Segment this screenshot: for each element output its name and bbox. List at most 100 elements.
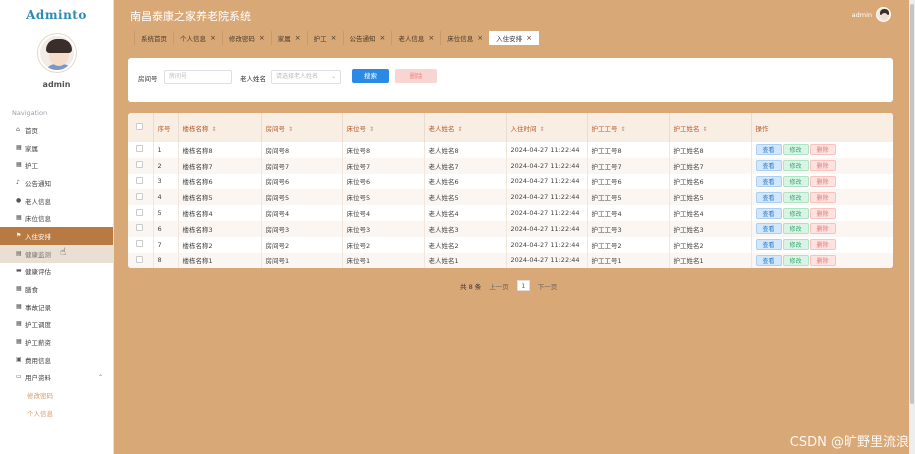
edit-button[interactable]: 修改 [782,207,809,219]
sidebar-item-13[interactable]: ▣ 费用信息 [0,351,113,369]
sidebar-item-6[interactable]: ⚑ 入住安排 [0,227,113,245]
close-icon[interactable]: × [380,34,386,42]
table-row[interactable]: 3 楼栋名称6 房间号6 床位号6 老人姓名6 2024-04-27 11:22:44 护工… [128,173,893,190]
close-icon[interactable]: × [428,34,434,42]
table-row[interactable]: 7 楼栋名称2 房间号2 床位号2 老人姓名2 2024-04-27 11:22:44 护工… [128,236,893,253]
scrollbar-thumb[interactable] [910,4,914,404]
edit-button[interactable]: 修改 [782,160,809,172]
view-button[interactable]: 查看 [755,191,782,203]
row-checkbox[interactable] [136,161,143,169]
column-header[interactable]: 护工姓名 ⇕ [669,113,752,142]
delete-button[interactable]: 删除 [809,223,836,235]
row-checkbox[interactable] [136,176,143,184]
edit-button[interactable]: 修改 [782,144,809,156]
brand-logo[interactable]: Adminto [0,0,113,30]
column-header[interactable]: 楼栋名称 ⇕ [178,113,262,142]
sidebar-item-10[interactable]: ▦ 事故记录 [0,298,113,316]
row-checkbox[interactable] [136,224,143,232]
sidebar-item-0[interactable]: ⌂ 首页 [0,121,113,139]
column-header[interactable]: 床位号 ⇕ [342,113,425,142]
tab-8[interactable]: 入住安排 × [489,31,539,45]
delete-button[interactable]: 删除 [809,175,836,187]
page-scrollbar[interactable] [909,0,915,454]
table-row[interactable]: 1 楼栋名称8 房间号8 床位号8 老人姓名8 2024-04-27 11:22:44 护工… [128,142,893,158]
sidebar-item-8[interactable]: ▬ 健康评估 [0,263,113,281]
table-row[interactable]: 2 楼栋名称7 房间号7 床位号7 老人姓名7 2024-04-27 11:22:44 护工… [128,157,893,174]
view-button[interactable]: 查看 [755,239,782,251]
tab-0[interactable]: 系统首页 [134,31,174,45]
tab-7[interactable]: 床位信息 × [440,31,491,45]
sidebar-item-11[interactable]: ▦ 护工调度 [0,316,113,334]
view-button[interactable]: 查看 [755,207,782,219]
tab-6[interactable]: 老人信息 × [391,31,442,45]
edit-button[interactable]: 修改 [782,191,809,203]
sidebar-item-3[interactable]: ♪ 公告通知 [0,174,113,192]
edit-button[interactable]: 修改 [782,175,809,187]
search-button[interactable]: 搜索 [352,69,389,83]
next-page-button[interactable]: 下一页 [538,281,558,291]
sidebar-item-1[interactable]: ▦ 家属 [0,139,113,157]
sort-icon[interactable]: ⇕ [540,126,545,133]
close-icon[interactable]: × [259,34,265,42]
close-icon[interactable]: × [331,34,337,42]
batch-delete-button[interactable]: 删除 [395,69,437,83]
tab-5[interactable]: 公告通知 × [342,31,393,45]
table-row[interactable]: 8 楼栋名称1 房间号1 床位号1 老人姓名1 2024-04-27 11:22:44 护工… [128,252,893,268]
close-icon[interactable]: × [210,34,216,42]
tab-4[interactable]: 护工 × [306,31,344,45]
delete-button[interactable]: 删除 [809,160,836,172]
sidebar-item-14[interactable]: ▭ 用户资料 ⌃ [0,369,113,387]
delete-button[interactable]: 删除 [809,191,836,203]
sidebar-item-5[interactable]: ▦ 床位信息 [0,209,113,227]
prev-page-button[interactable]: 上一页 [489,281,509,291]
close-icon[interactable]: × [295,34,301,42]
delete-button[interactable]: 删除 [809,254,836,266]
edit-button[interactable]: 修改 [782,239,809,251]
sidebar-item-4[interactable]: ● 老人信息 [0,192,113,210]
sort-icon[interactable]: ⇕ [212,126,217,133]
delete-button[interactable]: 删除 [809,239,836,251]
sort-icon[interactable]: ⇕ [703,126,708,133]
sidebar-item-7[interactable]: ▤ 健康监测 [0,244,113,263]
tab-1[interactable]: 个人信息 × [173,31,223,45]
table-row[interactable]: 4 楼栋名称5 房间号5 床位号5 老人姓名5 2024-04-27 11:22:44 护工… [128,189,893,206]
tab-3[interactable]: 家属 × [270,31,308,45]
table-row[interactable]: 5 楼栋名称4 房间号4 床位号4 老人姓名4 2024-04-27 11:22:44 护工… [128,205,893,221]
edit-button[interactable]: 修改 [782,254,809,266]
column-header[interactable]: 房间号 ⇕ [261,113,343,142]
column-header[interactable]: 老人姓名 ⇕ [424,113,507,142]
sidebar-item-9[interactable]: ▦ 膳食 [0,280,113,298]
tab-2[interactable]: 修改密码 × [221,31,272,45]
view-button[interactable]: 查看 [755,144,782,156]
sidebar-subitem-1[interactable]: 个人信息 [0,404,113,422]
view-button[interactable]: 查看 [755,175,782,187]
row-checkbox[interactable] [136,145,143,153]
user-menu[interactable]: admin [852,7,891,22]
sort-icon[interactable]: ⇕ [288,126,293,133]
room-input[interactable]: 房间号 [164,70,232,84]
header-avatar[interactable] [876,7,891,22]
close-icon[interactable]: × [477,34,483,42]
row-checkbox[interactable] [136,255,143,263]
edit-button[interactable]: 修改 [782,223,809,235]
select-all-checkbox[interactable] [136,123,143,130]
table-row[interactable]: 6 楼栋名称3 房间号3 床位号3 老人姓名3 2024-04-27 11:22:44 护工… [128,220,893,237]
column-header[interactable]: 护工工号 ⇕ [587,113,670,142]
sort-icon[interactable]: ⇕ [621,126,626,133]
sidebar-item-2[interactable]: ▦ 护工 [0,156,113,174]
sidebar-subitem-0[interactable]: 修改密码 [0,386,113,404]
row-checkbox[interactable] [136,192,143,200]
view-button[interactable]: 查看 [755,254,782,266]
sort-icon[interactable]: ⇕ [458,126,463,133]
page-number-button[interactable]: 1 [516,280,530,291]
delete-button[interactable]: 删除 [809,144,836,156]
sort-icon[interactable]: ⇕ [369,126,374,133]
row-checkbox[interactable] [136,208,143,216]
view-button[interactable]: 查看 [755,160,782,172]
delete-button[interactable]: 删除 [809,207,836,219]
elder-select[interactable]: 请选择老人姓名 ⌄ [271,70,341,84]
column-header[interactable]: 入住时间 ⇕ [506,113,588,142]
view-button[interactable]: 查看 [755,223,782,235]
close-icon[interactable]: × [526,34,532,42]
sidebar-item-12[interactable]: ▦ 护工薪资 [0,333,113,351]
